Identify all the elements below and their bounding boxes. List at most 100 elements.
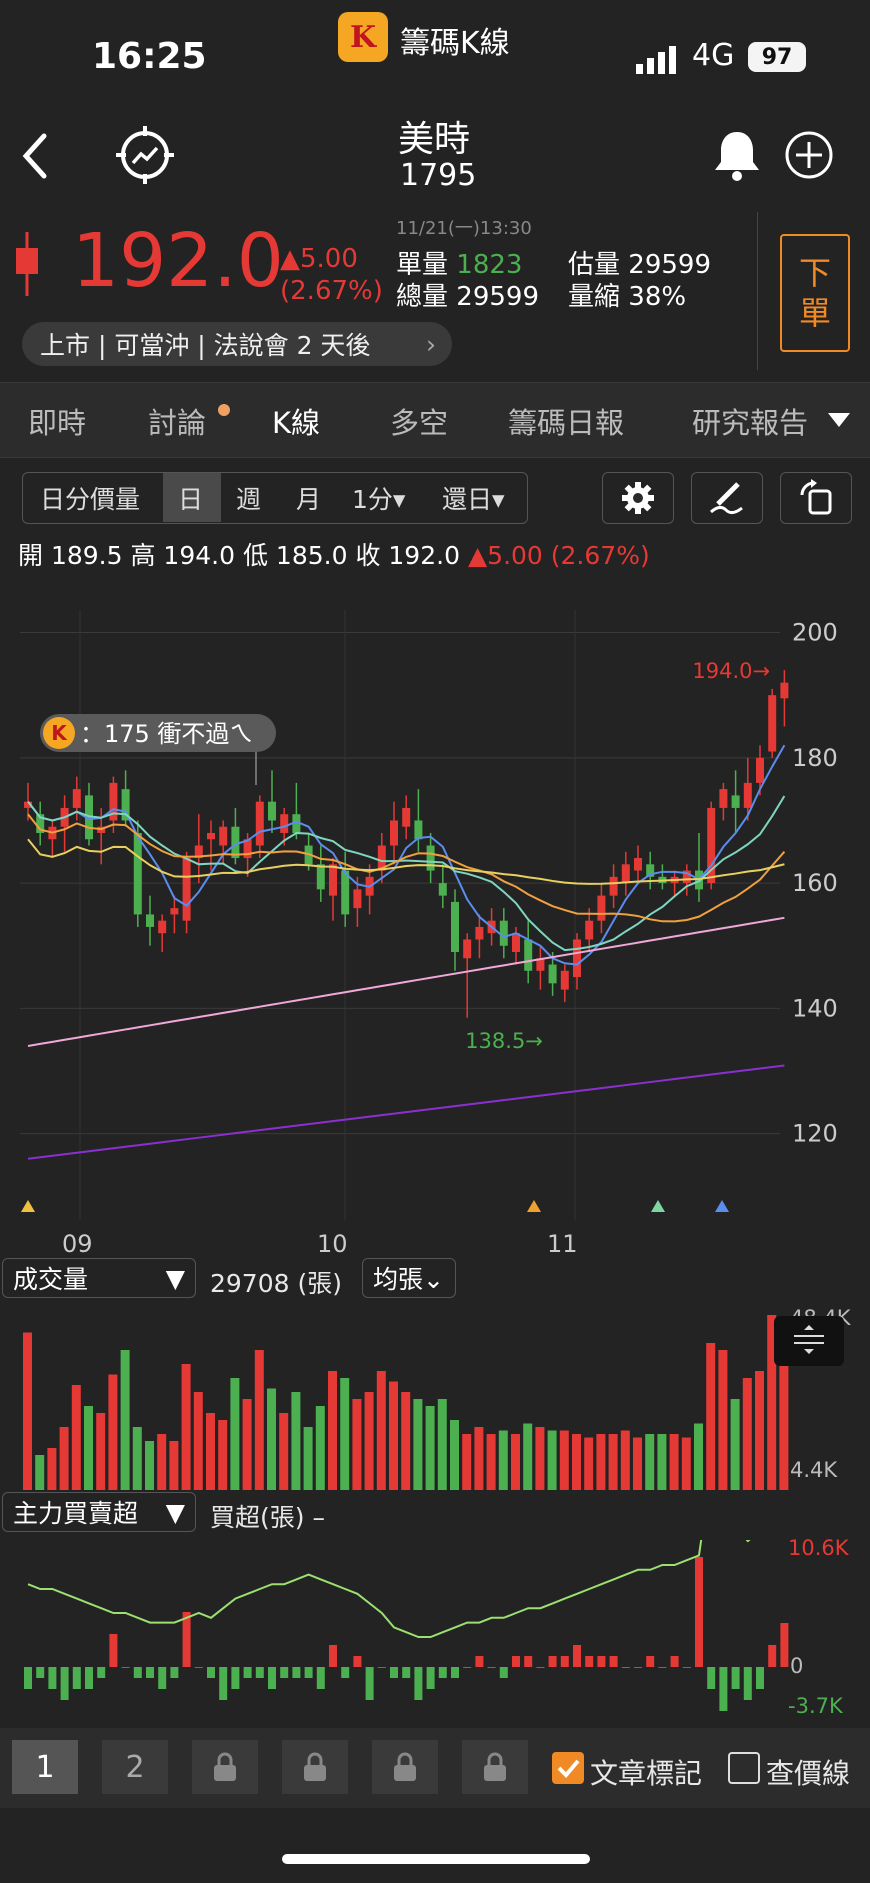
locked-page-button[interactable] xyxy=(372,1740,438,1794)
draw-button[interactable] xyxy=(691,472,763,524)
seg-day[interactable]: 日 xyxy=(178,480,203,516)
tab-research[interactable]: 研究報告 xyxy=(692,400,808,442)
volume-bar xyxy=(718,1350,728,1490)
volume-bar xyxy=(511,1434,520,1490)
total-volume: 總量 29599 xyxy=(396,282,539,312)
app-name: 籌碼K線 xyxy=(400,26,510,61)
candle-body xyxy=(219,826,228,846)
volume-indicator-select[interactable]: 成交量 ▼ xyxy=(2,1258,196,1298)
candle-body xyxy=(731,795,740,808)
tab-realtime[interactable]: 即時 xyxy=(28,400,86,442)
volume-bar xyxy=(425,1406,435,1490)
volume-chart[interactable] xyxy=(0,1300,870,1495)
volume-bar xyxy=(535,1427,545,1490)
back-icon[interactable] xyxy=(18,132,50,180)
order-button[interactable]: 下 單 xyxy=(780,234,850,352)
mainforce-max: 10.6K xyxy=(788,1536,849,1560)
locked-page-button[interactable] xyxy=(192,1740,258,1794)
price-line-checkbox[interactable] xyxy=(728,1752,760,1784)
chart-note[interactable]: K ：175 衝不過ㄟ xyxy=(40,714,280,754)
caret-down-icon xyxy=(828,413,850,427)
seg-daily-price-volume[interactable]: 日分價量 xyxy=(40,480,140,516)
y-tick-label: 180 xyxy=(792,744,838,772)
volume-bar xyxy=(145,1441,154,1490)
mainforce-bar xyxy=(621,1667,630,1668)
mainforce-bar xyxy=(48,1667,57,1689)
y-tick-label: 140 xyxy=(792,994,838,1022)
candle-body xyxy=(146,914,154,927)
locked-page-button[interactable] xyxy=(282,1740,348,1794)
candle-body xyxy=(719,789,728,808)
caret-down-icon: ▼ xyxy=(165,1497,185,1527)
mainforce-bar xyxy=(756,1667,764,1689)
rotate-button[interactable] xyxy=(780,472,852,524)
seg-month[interactable]: 月 xyxy=(296,480,321,516)
volume-bar xyxy=(450,1420,459,1490)
mainforce-bar xyxy=(548,1656,557,1667)
svg-text:K: K xyxy=(51,721,68,745)
price-line-label: 查價線 xyxy=(766,1757,851,1790)
volume-bar xyxy=(71,1385,81,1490)
tab-discussion[interactable]: 討論 xyxy=(148,400,206,442)
mainforce-chart[interactable] xyxy=(0,1540,870,1720)
tabs-dropdown[interactable] xyxy=(808,384,870,456)
volume-bar xyxy=(657,1434,667,1490)
mainforce-bar xyxy=(719,1667,728,1711)
signal-icon xyxy=(636,46,676,74)
candle-body xyxy=(548,964,557,984)
volume-bar xyxy=(218,1420,228,1490)
candle-body xyxy=(451,901,459,953)
candle-body xyxy=(634,858,642,871)
tab-chip-daily[interactable]: 籌碼日報 xyxy=(508,400,624,442)
candle-body xyxy=(158,920,167,934)
mainforce-bar xyxy=(487,1667,496,1668)
mainforce-bar xyxy=(268,1667,276,1689)
mainforce-bar xyxy=(182,1612,191,1667)
stock-tags[interactable]: 上市 | 可當沖 | 法說會 2 天後 › xyxy=(22,322,452,366)
mainforce-bar xyxy=(658,1667,667,1668)
mainforce-indicator-select[interactable]: 主力買賣超 ▼ xyxy=(2,1492,196,1532)
lock-icon xyxy=(484,1752,506,1781)
mainforce-bar xyxy=(365,1667,374,1700)
bell-icon[interactable] xyxy=(712,128,762,182)
settings-button[interactable] xyxy=(602,472,674,524)
mainforce-bar xyxy=(194,1667,203,1668)
quote-datetime: 11/21(一)13:30 xyxy=(396,218,532,239)
article-mark-checkbox[interactable] xyxy=(552,1752,584,1784)
candle-body xyxy=(524,939,533,971)
volume-bar xyxy=(340,1378,350,1490)
mainforce-bar xyxy=(609,1656,618,1667)
volume-bar xyxy=(303,1427,313,1490)
tab-kline[interactable]: K線 xyxy=(272,400,320,442)
resize-handle[interactable] xyxy=(774,1316,844,1366)
stock-code: 1795 xyxy=(400,158,477,193)
mainforce-bar xyxy=(560,1656,569,1667)
candle-body xyxy=(268,801,276,821)
volume-bar xyxy=(96,1413,106,1490)
seg-1min[interactable]: 1分▾ xyxy=(352,480,405,516)
page-2-button[interactable]: 2 xyxy=(102,1740,168,1794)
seg-week[interactable]: 週 xyxy=(236,480,261,516)
tab-bull-bear[interactable]: 多空 xyxy=(390,400,448,442)
seg-restore[interactable]: 還日▾ xyxy=(442,480,505,516)
locked-page-button[interactable] xyxy=(462,1740,528,1794)
volume-bar xyxy=(181,1364,191,1490)
page-1-button[interactable]: 1 xyxy=(12,1740,78,1794)
caret-down-icon: ▼ xyxy=(165,1263,185,1293)
svg-text:：175 衝不過ㄟ: ：175 衝不過ㄟ xyxy=(80,720,253,748)
price-change-pct: (2.67%) xyxy=(280,276,383,306)
mainforce-bar xyxy=(682,1667,691,1668)
target-trend-icon[interactable] xyxy=(114,124,176,186)
mainforce-zero: 0 xyxy=(790,1654,804,1678)
avg-lot-select[interactable]: 均張⌄ xyxy=(362,1258,456,1298)
mainforce-min: -3.7K xyxy=(788,1694,843,1718)
mainforce-bar xyxy=(243,1667,252,1678)
notification-dot xyxy=(218,404,230,416)
volume-bar xyxy=(364,1392,374,1490)
moving-average-line xyxy=(27,916,785,1047)
add-icon[interactable] xyxy=(784,130,834,180)
volume-bar xyxy=(315,1406,325,1490)
volume-bar xyxy=(279,1413,289,1490)
volume-bar xyxy=(620,1430,630,1490)
kline-chart[interactable]: 200 180 160 140 120 09 10 11 194.0→ 138.5→ xyxy=(0,580,870,1260)
